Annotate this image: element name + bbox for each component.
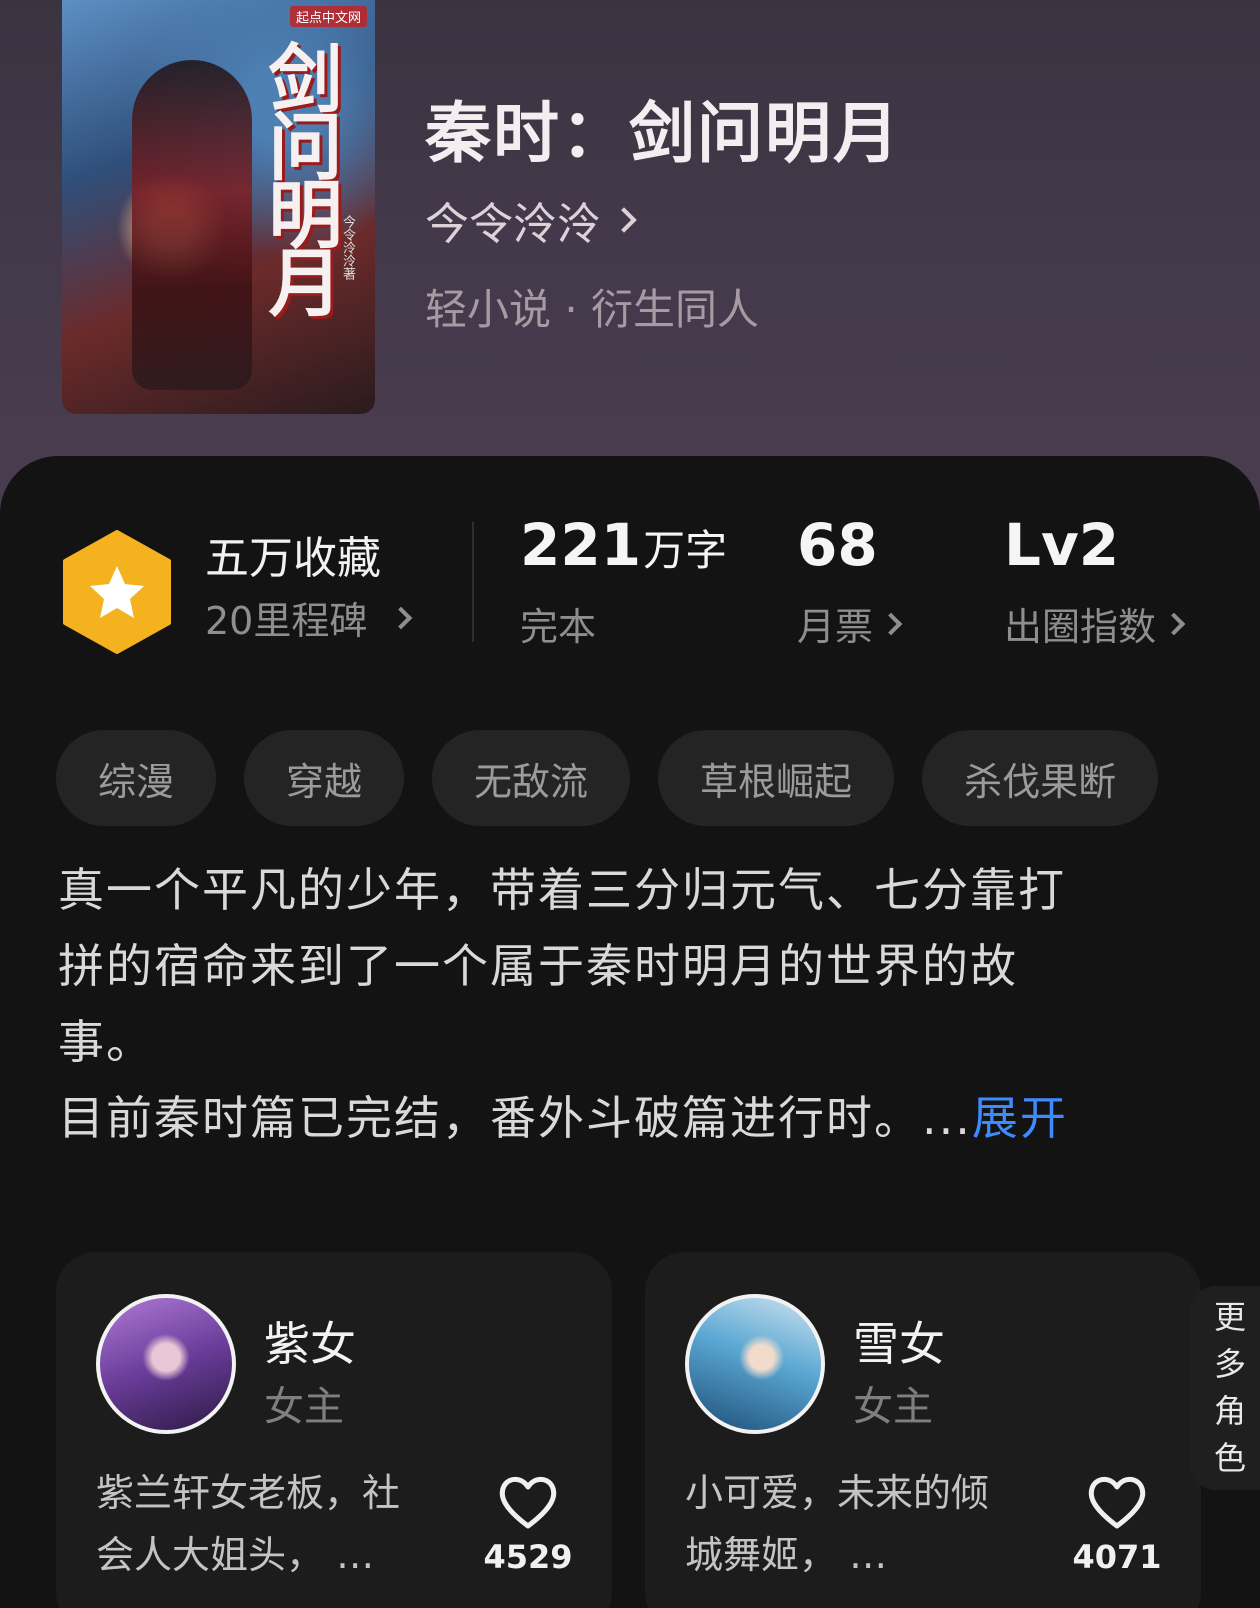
cover-publisher-logo: 起点中文网 — [289, 6, 367, 27]
character-name: 雪女 — [853, 1317, 945, 1371]
chevron-right-icon — [1162, 612, 1186, 635]
book-cover-image[interactable]: 起点中文网 剑问明月 今令泠泠著 — [62, 0, 375, 414]
character-card[interactable]: 雪女 女主 小可爱，未来的倾 城舞姬， … 4071 — [645, 1252, 1201, 1608]
character-description: 紫兰轩女老板，社 会人大姐头， … — [96, 1462, 456, 1586]
popularity-index-stat[interactable]: Lv2 出圈指数 — [1004, 511, 1186, 651]
expand-link[interactable]: 展开 — [972, 1091, 1068, 1145]
description-line: 城舞姬， … — [685, 1533, 888, 1577]
like-count: 4071 — [1072, 1538, 1162, 1576]
character-avatar — [96, 1294, 236, 1434]
tag-chip[interactable]: 杀伐果断 — [922, 730, 1159, 826]
cover-title-art: 剑问明月 — [256, 40, 342, 312]
popularity-label: 出圈指数 — [1004, 605, 1157, 649]
chevron-right-icon — [390, 606, 413, 629]
popularity-level: Lv2 — [1004, 511, 1120, 579]
author-link[interactable]: 今令泠泠 — [425, 188, 637, 252]
character-name: 紫女 — [264, 1317, 356, 1371]
tag-chip[interactable]: 草根崛起 — [658, 730, 895, 826]
book-genre: 轻小说 · 衍生同人 — [425, 285, 760, 334]
character-role: 女主 — [264, 1384, 344, 1430]
character-description: 小可爱，未来的倾 城舞姬， … — [685, 1462, 1045, 1586]
tag-list: 综漫 穿越 无敌流 草根崛起 杀伐果断 — [56, 730, 1159, 826]
word-count-unit: 万字 — [643, 526, 728, 575]
synopsis-line: 拼的宿命来到了一个属于秦时明月的世界的故 — [58, 939, 1018, 993]
more-characters-char: 角 — [1213, 1392, 1246, 1430]
stats-row: 五万收藏 20里程碑 221 万字 完本 68 月票 Lv2 出圈指数 — [0, 456, 1260, 656]
chevron-right-icon — [879, 612, 903, 635]
heart-icon[interactable] — [496, 1474, 560, 1530]
more-characters-button[interactable]: 更 多 角 色 — [1190, 1286, 1260, 1490]
character-role: 女主 — [853, 1384, 933, 1430]
stats-divider — [472, 522, 474, 642]
tag-chip[interactable]: 穿越 — [244, 730, 405, 826]
more-characters-char: 色 — [1213, 1439, 1246, 1477]
favorites-count: 五万收藏 — [205, 533, 381, 584]
book-synopsis: 真一个平凡的少年，带着三分归元气、七分靠打 拼的宿命来到了一个属于秦时明月的世界… — [58, 852, 1178, 1156]
heart-icon[interactable] — [1085, 1474, 1149, 1530]
synopsis-line: 目前秦时篇已完结，番外斗破篇进行时。... — [58, 1091, 972, 1145]
tag-chip[interactable]: 无敌流 — [432, 730, 631, 826]
monthly-votes-value: 68 — [797, 511, 878, 579]
completion-status: 完本 — [520, 605, 597, 649]
more-characters-char: 多 — [1213, 1345, 1246, 1383]
star-badge-icon — [63, 530, 171, 654]
tag-chip[interactable]: 综漫 — [56, 730, 217, 826]
description-line: 会人大姐头， … — [96, 1533, 375, 1577]
word-count-value: 221 — [520, 511, 642, 579]
description-line: 紫兰轩女老板，社 — [96, 1471, 401, 1515]
book-header: 起点中文网 剑问明月 今令泠泠著 秦时：剑问明月 今令泠泠 轻小说 · 衍生同人 — [0, 0, 1260, 520]
character-card[interactable]: 紫女 女主 紫兰轩女老板，社 会人大姐头， … 4529 — [56, 1252, 612, 1608]
word-count-stat: 221 万字 完本 — [520, 516, 727, 651]
synopsis-line: 事。 — [58, 1015, 154, 1069]
milestone-link[interactable]: 20里程碑 — [205, 590, 413, 645]
synopsis-line: 真一个平凡的少年，带着三分归元气、七分靠打 — [58, 863, 1066, 917]
monthly-votes-stat[interactable]: 68 月票 — [797, 511, 903, 651]
monthly-votes-label: 月票 — [797, 605, 874, 649]
milestone-label: 20里程碑 — [205, 599, 368, 643]
chevron-right-icon — [611, 207, 637, 233]
author-name: 今令泠泠 — [425, 199, 601, 250]
book-title: 秦时：剑问明月 — [425, 94, 901, 172]
character-avatar — [685, 1294, 825, 1434]
like-count: 4529 — [483, 1538, 573, 1576]
more-characters-char: 更 — [1213, 1298, 1246, 1336]
book-detail-card: 五万收藏 20里程碑 221 万字 完本 68 月票 Lv2 出圈指数 综漫 穿越… — [0, 456, 1260, 1608]
cover-author-credit: 今令泠泠著 — [340, 215, 355, 280]
description-line: 小可爱，未来的倾 — [685, 1471, 990, 1515]
